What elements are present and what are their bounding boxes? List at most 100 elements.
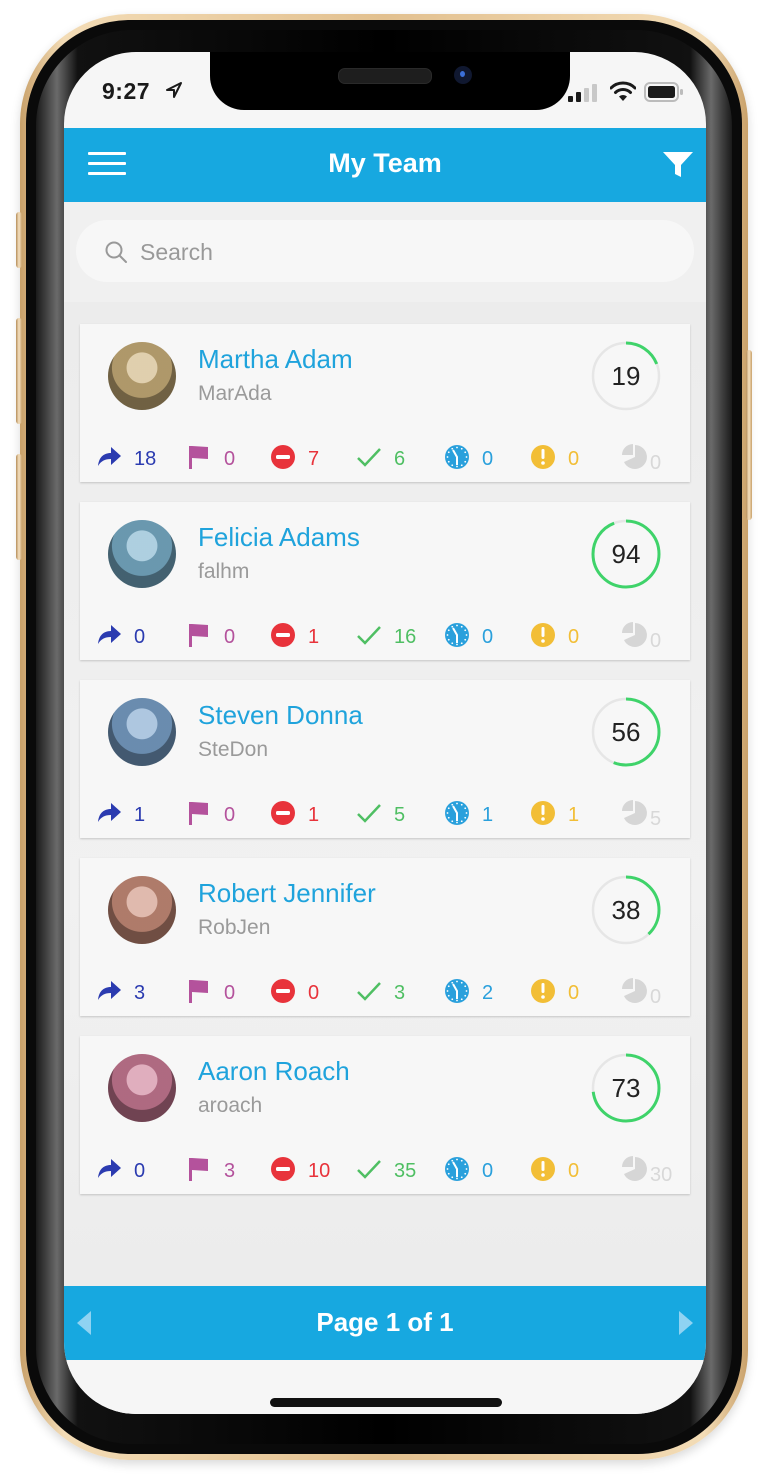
member-username: aroach [198, 1094, 263, 1117]
stat-value: 0 [224, 982, 236, 1004]
home-indicator[interactable] [270, 1398, 502, 1407]
avatar [108, 1054, 176, 1122]
pie-chart-icon [622, 444, 648, 470]
checkmark-icon [356, 800, 382, 826]
stat-value: 0 [482, 1160, 494, 1182]
stat-value: 0 [650, 630, 662, 652]
checkmark-icon [356, 978, 382, 1004]
member-name[interactable]: Felicia Adams [198, 522, 360, 553]
score-value: 19 [611, 361, 641, 391]
stat-value: 0 [650, 986, 662, 1008]
exclamation-icon [530, 622, 556, 648]
stat-value: 3 [224, 1160, 236, 1182]
speaker-grille [338, 68, 432, 84]
team-list: Martha Adam MarAda 19 18 0 7 6 0 0 0 Fel… [64, 302, 706, 1286]
exclamation-icon [530, 978, 556, 1004]
cellular-signal-icon [568, 84, 597, 102]
app-bar: My Team [64, 128, 706, 202]
stat-value: 0 [224, 804, 236, 826]
stat-value: 6 [394, 448, 406, 470]
stat-value: 16 [394, 626, 417, 648]
stats-row: 18 0 7 6 0 0 0 [80, 442, 690, 474]
stat-value: 0 [482, 448, 494, 470]
no-entry-icon [270, 1156, 296, 1182]
stat-value: 1 [308, 626, 320, 648]
member-name[interactable]: Aaron Roach [198, 1056, 350, 1087]
forward-arrow-icon [96, 1156, 122, 1182]
team-member-card[interactable]: Aaron Roach aroach 73 0 3 10 35 0 0 30 [80, 1036, 690, 1194]
stat-value: 3 [394, 982, 406, 1004]
member-username: SteDon [198, 738, 269, 761]
stat-value: 0 [568, 1160, 580, 1182]
search-input[interactable] [138, 220, 662, 284]
pagination-bar: Page 1 of 1 [64, 1286, 706, 1360]
stat-value: 0 [134, 1160, 146, 1182]
exclamation-icon [530, 444, 556, 470]
exclamation-icon [530, 1156, 556, 1182]
flag-icon [186, 444, 212, 470]
silent-switch [16, 212, 22, 268]
stat-value: 0 [568, 448, 580, 470]
stat-value: 10 [308, 1160, 331, 1182]
stat-value: 0 [308, 982, 320, 1004]
stat-value: 1 [482, 804, 494, 826]
no-entry-icon [270, 622, 296, 648]
stats-row: 3 0 0 3 2 0 0 [80, 976, 690, 1008]
score-ring: 56 [590, 696, 662, 768]
member-username: falhm [198, 560, 250, 583]
status-time: 9:27 [102, 78, 151, 104]
no-entry-icon [270, 800, 296, 826]
stats-row: 0 3 10 35 0 0 30 [80, 1154, 690, 1186]
stat-value: 1 [308, 804, 320, 826]
stat-value: 3 [134, 982, 146, 1004]
filter-funnel-icon[interactable] [662, 150, 694, 180]
team-member-card[interactable]: Martha Adam MarAda 19 18 0 7 6 0 0 0 [80, 324, 690, 482]
flag-icon [186, 978, 212, 1004]
power-button [746, 350, 752, 520]
score-ring: 38 [590, 874, 662, 946]
forward-arrow-icon [96, 622, 122, 648]
pie-chart-icon [622, 978, 648, 1004]
forward-arrow-icon [96, 800, 122, 826]
stat-value: 0 [224, 626, 236, 648]
flag-icon [186, 622, 212, 648]
score-value: 94 [611, 539, 641, 569]
checkmark-icon [356, 1156, 382, 1182]
location-arrow-icon [166, 82, 182, 98]
pie-chart-icon [622, 1156, 648, 1182]
member-name[interactable]: Martha Adam [198, 344, 353, 375]
volume-down-button [16, 454, 22, 560]
next-page-icon[interactable] [678, 1310, 694, 1336]
volume-up-button [16, 318, 22, 424]
stat-value: 2 [482, 982, 494, 1004]
exclamation-icon [530, 800, 556, 826]
clock-icon [444, 1156, 470, 1182]
avatar [108, 876, 176, 944]
team-member-card[interactable]: Steven Donna SteDon 56 1 0 1 5 1 1 5 [80, 680, 690, 838]
clock-icon [444, 800, 470, 826]
team-member-card[interactable]: Robert Jennifer RobJen 38 3 0 0 3 2 0 0 [80, 858, 690, 1016]
score-ring: 94 [590, 518, 662, 590]
stats-row: 1 0 1 5 1 1 5 [80, 798, 690, 830]
pie-chart-icon [622, 622, 648, 648]
checkmark-icon [356, 444, 382, 470]
team-member-card[interactable]: Felicia Adams falhm 94 0 0 1 16 0 0 0 [80, 502, 690, 660]
forward-arrow-icon [96, 978, 122, 1004]
search-bar[interactable] [76, 220, 694, 284]
member-username: RobJen [198, 916, 271, 939]
member-name[interactable]: Steven Donna [198, 700, 363, 731]
stat-value: 5 [650, 808, 662, 830]
stat-value: 35 [394, 1160, 417, 1182]
stat-value: 18 [134, 448, 157, 470]
stat-value: 0 [568, 626, 580, 648]
home-indicator-area [64, 1360, 706, 1414]
score-value: 56 [611, 717, 641, 747]
score-ring: 19 [590, 340, 662, 412]
search-icon [105, 241, 127, 263]
member-name[interactable]: Robert Jennifer [198, 878, 376, 909]
no-entry-icon [270, 444, 296, 470]
score-value: 38 [611, 895, 641, 925]
stat-value: 0 [568, 982, 580, 1004]
screen: 9:27 My Team Search Martha Adam MarAda 1… [64, 52, 706, 1414]
avatar [108, 698, 176, 766]
